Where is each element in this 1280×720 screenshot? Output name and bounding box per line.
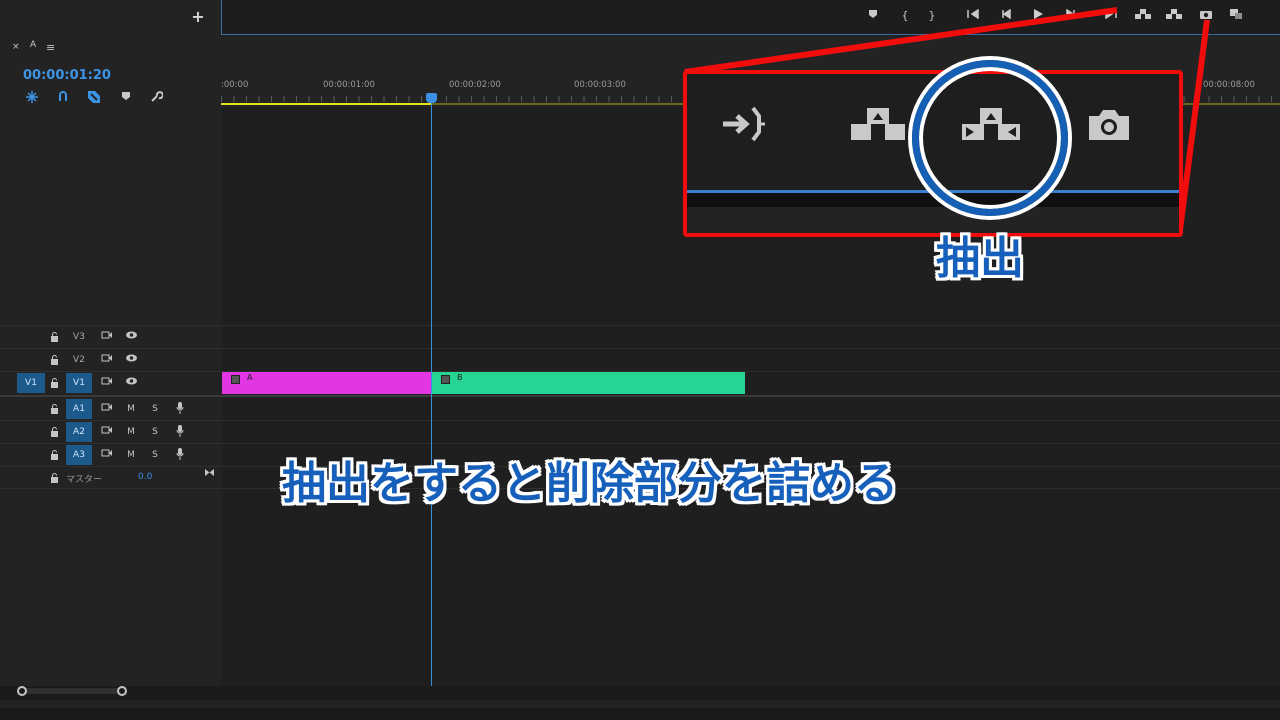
top-toolbar: + { } [0,0,1280,36]
annotation-caption: 抽出をすると削除部分を詰める [282,458,898,509]
mute-button[interactable]: M [124,425,138,439]
extract-icon[interactable] [1164,8,1184,24]
horizontal-scrollbar[interactable] [0,686,1280,700]
lift-icon[interactable] [1133,8,1153,24]
zoom-scroll-track[interactable] [20,688,124,694]
video-audio-divider [0,395,1280,397]
program-monitor-frame: { } [221,0,1280,35]
clip-a[interactable]: A [222,372,431,394]
highlight-circle [912,60,1068,216]
playhead-line[interactable] [431,100,432,686]
solo-button[interactable]: S [148,425,162,439]
nest-toggle-icon[interactable] [24,90,40,106]
callout-panel-strip [687,207,1179,233]
work-area-bar[interactable] [221,103,431,105]
sync-lock-icon[interactable] [100,330,114,344]
eye-icon[interactable] [124,353,138,367]
callout-dark-strip [687,193,1179,207]
step-back-icon[interactable] [999,8,1015,24]
go-to-in-icon[interactable] [966,8,982,24]
lock-icon[interactable] [50,427,60,437]
track-v1-header: V1 V1 [0,373,221,395]
top-left-area: + [0,0,221,36]
clip-b[interactable]: B [432,372,745,394]
ruler-label: 00:00:08:00 [1203,80,1255,90]
source-patch-v1[interactable]: V1 [17,373,45,393]
add-marker-icon[interactable] [118,90,134,106]
ruler-label: 00:00:01:00 [323,80,375,90]
lock-icon[interactable] [50,378,60,388]
go-to-out-icon[interactable] [1102,8,1118,24]
fx-badge-icon [231,375,240,384]
callout-title: 抽出 [936,233,1024,284]
insert-icon [719,104,769,148]
track-divider [0,325,1280,326]
zoom-handle-right[interactable] [117,686,127,696]
fx-badge-icon [441,375,450,384]
track-name[interactable]: V2 [66,350,92,370]
microphone-icon[interactable] [173,425,187,439]
track-a1-header: A1 M S [0,399,221,421]
export-frame-icon[interactable] [1198,8,1214,24]
mark-out-icon[interactable]: } [924,8,940,24]
track-name[interactable]: A2 [66,422,92,442]
mute-button[interactable]: M [124,402,138,416]
playhead-handle[interactable] [426,93,437,103]
track-a2-header: A2 M S [0,422,221,444]
marker-icon[interactable] [865,8,881,24]
ruler-label: :00:00 [221,80,249,90]
eye-icon[interactable] [124,376,138,390]
sync-lock-icon[interactable] [100,376,114,390]
track-name[interactable]: A3 [66,445,92,465]
bottom-strip [0,708,1280,720]
solo-button[interactable]: S [148,402,162,416]
lock-icon[interactable] [50,404,60,414]
lock-icon[interactable] [50,450,60,460]
clip-label: A [247,373,253,382]
snap-magnet-icon[interactable] [55,90,71,106]
track-v3-header: V3 [0,327,221,349]
timeline-header-panel: × A ≡ 00:00:01:20 [0,38,221,325]
linked-selection-icon[interactable] [86,90,102,106]
ruler-label: 00:00:02:00 [449,80,501,90]
master-lock-icon[interactable] [50,473,60,483]
mark-in-icon[interactable]: { [897,8,913,24]
step-forward-icon[interactable] [1062,8,1078,24]
eye-icon[interactable] [124,330,138,344]
panel-close-button[interactable]: × [12,42,20,52]
sync-lock-icon[interactable] [100,402,114,416]
sequence-tab[interactable]: A [30,40,36,50]
master-expand-icon[interactable] [204,468,215,480]
timecode-display[interactable]: 00:00:01:20 [23,68,111,83]
panel-menu-icon[interactable]: ≡ [46,41,55,54]
solo-button[interactable]: S [148,448,162,462]
lock-icon[interactable] [50,332,60,342]
lift-icon-enlarged [849,104,909,148]
master-track-label: マスター [66,475,103,485]
play-icon[interactable] [1030,8,1046,24]
lock-icon[interactable] [50,355,60,365]
camera-icon [1085,104,1133,148]
track-name[interactable]: V3 [66,327,92,347]
zoom-handle-left[interactable] [17,686,27,696]
master-volume-value[interactable]: 0.0 [138,472,152,482]
wrench-icon[interactable] [148,90,164,106]
compare-icon[interactable] [1228,8,1244,24]
microphone-icon[interactable] [173,448,187,462]
track-name[interactable]: A1 [66,399,92,419]
sync-lock-icon[interactable] [100,425,114,439]
sync-lock-icon[interactable] [100,448,114,462]
add-button[interactable]: + [190,6,206,28]
premiere-timeline-window: + { } × A ≡ 00:00:01:20:00:00 00:00:01:… [0,0,1280,720]
clip-label: B [457,373,463,382]
track-a3-header: A3 M S [0,445,221,467]
track-v2-header: V2 [0,350,221,372]
ruler-label: 00:00:03:00 [574,80,626,90]
track-name[interactable]: V1 [66,373,92,393]
mute-button[interactable]: M [124,448,138,462]
microphone-icon[interactable] [173,402,187,416]
sync-lock-icon[interactable] [100,353,114,367]
